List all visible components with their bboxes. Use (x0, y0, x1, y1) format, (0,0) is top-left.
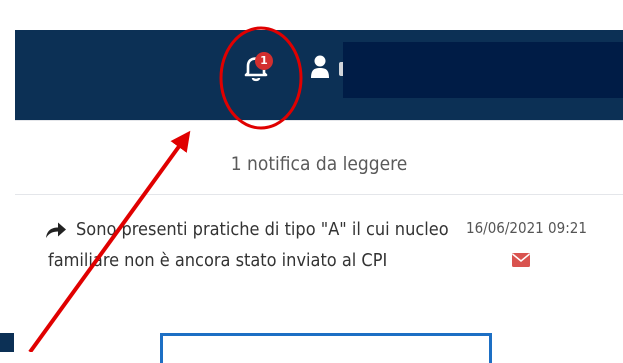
username-redacted[interactable] (343, 42, 623, 98)
sidebar-edge (0, 333, 14, 352)
user-icon[interactable] (310, 55, 330, 79)
notification-count-badge: 1 (255, 52, 273, 70)
unread-count-header: 1 notifica da leggere (230, 153, 408, 175)
notification-message[interactable]: Sono presenti pratiche di tipo "A" il cu… (48, 214, 456, 276)
envelope-icon[interactable] (512, 252, 530, 267)
divider (15, 194, 623, 195)
divider (15, 120, 623, 121)
notification-timestamp: 16/06/2021 09:21 (466, 219, 587, 237)
view-all-button[interactable] (160, 333, 492, 363)
